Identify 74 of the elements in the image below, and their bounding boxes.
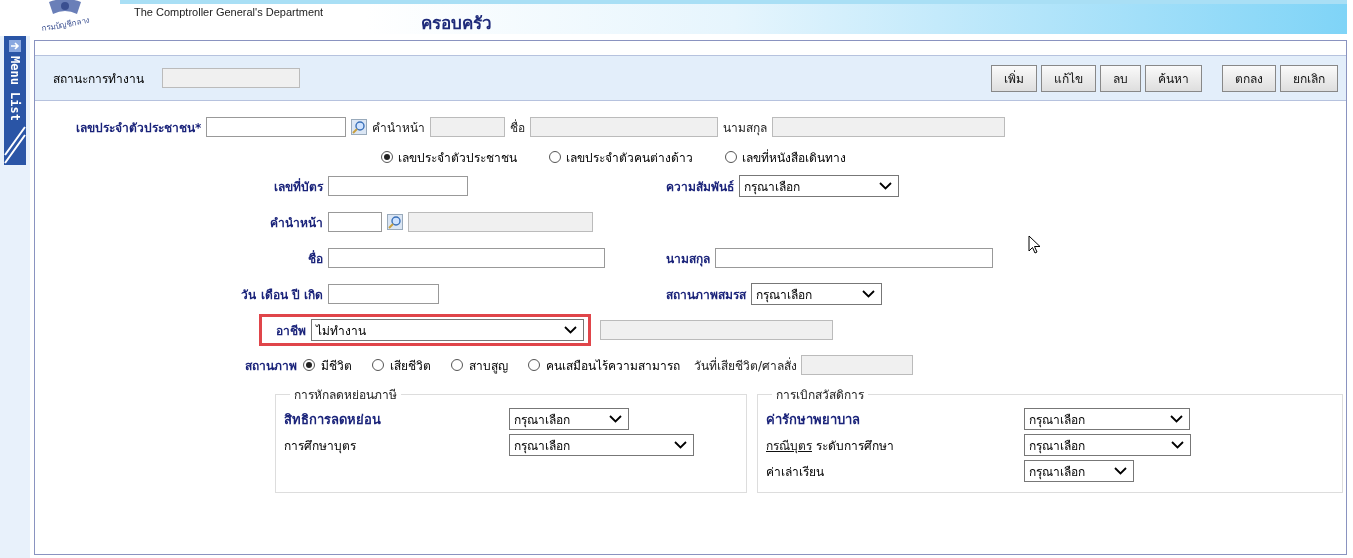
input-field[interactable] bbox=[530, 117, 719, 137]
field-label: การศึกษาบุตร bbox=[284, 437, 357, 455]
dropdown[interactable]: ไม่ทำงาน bbox=[311, 319, 584, 341]
logo-text: กรมบัญชีกลาง bbox=[40, 15, 90, 35]
stripes-icon bbox=[3, 125, 27, 166]
group-title: การเบิกสวัสดิการ bbox=[775, 387, 865, 404]
dropdown[interactable]: กรุณาเลือก bbox=[1024, 408, 1190, 430]
chevron-down-icon bbox=[862, 290, 875, 298]
field-label: อาชีพ bbox=[276, 322, 306, 340]
input-field[interactable] bbox=[328, 176, 468, 196]
radio-option[interactable]: เลขประจำตัวประชาชน bbox=[381, 147, 517, 167]
chevron-down-icon bbox=[1170, 415, 1183, 423]
radio-option[interactable]: เลขประจำตัวคนต่างด้าว bbox=[549, 147, 693, 167]
field-label: ความสัมพันธ์ bbox=[666, 178, 734, 196]
input-field[interactable] bbox=[328, 248, 605, 268]
chevron-down-icon bbox=[609, 415, 622, 423]
toolbar-button[interactable]: ยกเลิก bbox=[1280, 64, 1338, 92]
field-label: เลขที่บัตร bbox=[273, 177, 323, 196]
radio-option[interactable]: สาบสูญ bbox=[451, 355, 508, 375]
toolbar-button[interactable]: ตกลง bbox=[1222, 64, 1276, 92]
dropdown[interactable]: กรุณาเลือก bbox=[739, 175, 899, 197]
chevron-down-icon bbox=[879, 182, 892, 190]
organization-name: The Comptroller General's Department bbox=[134, 6, 324, 18]
field-label: ค่าเล่าเรียน bbox=[766, 463, 824, 481]
field-label: คำนำหน้า bbox=[372, 119, 426, 137]
chevron-down-icon bbox=[564, 326, 577, 334]
search-icon[interactable] bbox=[351, 119, 368, 135]
field-label: สิทธิการลดหย่อน bbox=[284, 410, 382, 429]
input-field[interactable] bbox=[715, 248, 993, 268]
dropdown[interactable]: กรุณาเลือก bbox=[751, 283, 882, 305]
field-label: สถานภาพสมรส bbox=[666, 286, 746, 304]
toolbar-button[interactable]: เพิ่ม bbox=[991, 64, 1037, 92]
field-label: นามสกุล bbox=[723, 119, 768, 137]
field-label: วัน เดือน ปี เกิด bbox=[240, 286, 323, 304]
arrow-right-icon bbox=[9, 40, 21, 52]
field-label: ชื่อ bbox=[307, 249, 323, 268]
dropdown[interactable]: กรุณาเลือก bbox=[509, 408, 629, 430]
field-label: เลขประจำตัวประชาชน* bbox=[76, 119, 202, 137]
input-field[interactable] bbox=[801, 355, 914, 375]
radio-option[interactable]: เลขที่หนังสือเดินทาง bbox=[725, 147, 846, 167]
input-field[interactable] bbox=[408, 212, 593, 232]
search-icon[interactable] bbox=[387, 214, 403, 230]
status-label: สถานะการทำงาน bbox=[53, 70, 144, 88]
chevron-down-icon bbox=[1114, 467, 1127, 475]
page-title: ครอบครัว bbox=[421, 12, 493, 35]
input-field[interactable] bbox=[772, 117, 1006, 137]
input-field[interactable] bbox=[600, 320, 833, 340]
dropdown[interactable]: กรุณาเลือก bbox=[1024, 460, 1134, 482]
chevron-down-icon bbox=[1171, 441, 1184, 449]
radio-option[interactable]: เสียชีวิต bbox=[372, 355, 431, 375]
field-label: ระดับการศึกษา bbox=[816, 437, 894, 455]
field-label: สถานภาพ bbox=[245, 357, 297, 375]
radio-option[interactable]: มีชีวิต bbox=[303, 355, 352, 375]
input-field[interactable] bbox=[206, 117, 347, 137]
group-title: การหักลดหย่อนภาษี bbox=[293, 387, 398, 404]
field-label: วันที่เสียชีวิต/ศาลสั่ง bbox=[694, 356, 798, 375]
chevron-down-icon bbox=[674, 441, 687, 449]
mouse-pointer-icon bbox=[1028, 235, 1042, 255]
link[interactable]: กรณีบุตร bbox=[766, 435, 812, 455]
dropdown[interactable]: กรุณาเลือก bbox=[1024, 434, 1191, 456]
status-field[interactable] bbox=[162, 68, 300, 88]
input-field[interactable] bbox=[328, 284, 439, 304]
dropdown[interactable]: กรุณาเลือก bbox=[509, 434, 694, 456]
field-label: คำนำหน้า bbox=[269, 214, 323, 232]
field-label: นามสกุล bbox=[666, 250, 710, 268]
radio-option[interactable]: คนเสมือนไร้ความสามารถ bbox=[528, 355, 680, 375]
menu-list-tab[interactable]: Menu List bbox=[4, 36, 26, 166]
field-label: ค่ารักษาพยาบาล bbox=[766, 410, 860, 429]
toolbar-button[interactable]: ค้นหา bbox=[1145, 64, 1202, 92]
toolbar-button[interactable]: แก้ไข bbox=[1041, 64, 1096, 92]
input-field[interactable] bbox=[430, 117, 506, 137]
input-field[interactable] bbox=[328, 212, 382, 232]
toolbar-button[interactable]: ลบ bbox=[1100, 64, 1141, 92]
field-label: ชื่อ bbox=[510, 118, 526, 137]
